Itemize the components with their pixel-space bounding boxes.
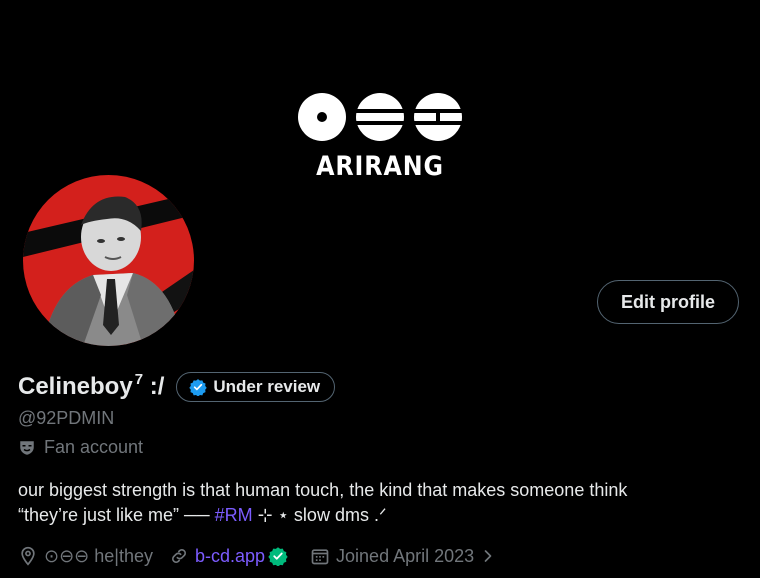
bio-line-2: “they’re just like me” ── #RM ⊹ ⋆ slow d…: [18, 505, 387, 525]
calendar-icon: [311, 549, 329, 565]
link-icon: [172, 549, 186, 563]
category-row: Fan account: [18, 437, 143, 458]
edit-profile-button[interactable]: Edit profile: [597, 280, 739, 324]
location-text: ⊙⊖⊖ he|they: [44, 545, 153, 566]
display-name: Celineboy 7 :/: [18, 371, 165, 400]
name-superscript: 7: [134, 371, 144, 388]
hashtag-link[interactable]: #RM: [215, 505, 253, 525]
chevron-right-icon: [484, 550, 492, 562]
arirang-logo-icon: [298, 93, 464, 141]
location-item: ⊙⊖⊖ he|they: [18, 546, 153, 567]
joined-item[interactable]: Joined April 2023: [310, 546, 502, 567]
name-row: Celineboy 7 :/ Under review: [18, 370, 336, 404]
verified-badge-icon: [189, 379, 208, 396]
user-handle: @92PDMIN: [18, 408, 115, 428]
avatar[interactable]: [23, 175, 194, 346]
verification-label: Under review: [213, 377, 321, 396]
verification-badge[interactable]: Under review: [176, 372, 336, 402]
location-pin-icon: [21, 546, 35, 566]
profile-bio: our biggest strength is that human touch…: [18, 478, 738, 528]
bio-line-1: our biggest strength is that human touch…: [18, 480, 628, 500]
banner-logo-text: ARIRANG: [316, 151, 444, 182]
category-label: Fan account: [44, 437, 144, 457]
theater-masks-icon: [20, 440, 34, 455]
profile-meta-row: ⊙⊖⊖ he|they b-cd.app Joined April 2023: [18, 543, 518, 569]
joined-text: Joined April 2023: [336, 545, 475, 566]
website-item[interactable]: b-cd.app: [169, 546, 294, 567]
verified-link-icon: [268, 547, 288, 566]
avatar-image: [23, 175, 194, 346]
website-link[interactable]: b-cd.app: [195, 546, 265, 567]
